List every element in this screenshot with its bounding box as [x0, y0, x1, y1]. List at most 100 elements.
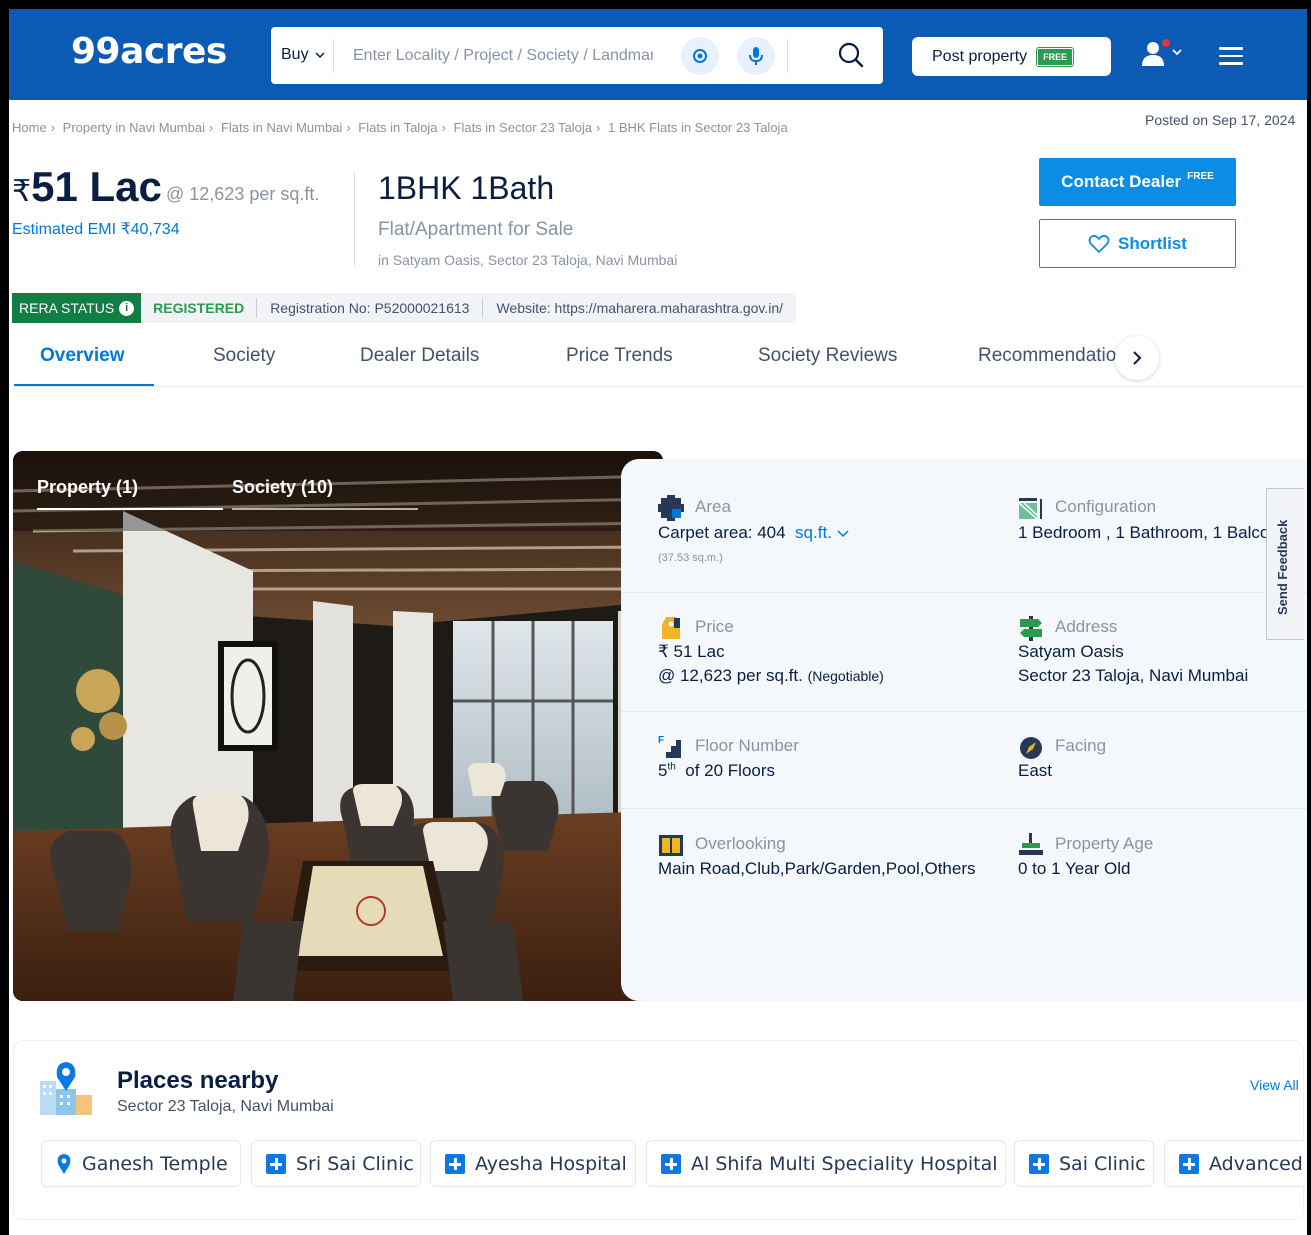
price-value: 51 Lac [31, 163, 162, 210]
price-detail-value: ₹ 51 Lac [658, 642, 725, 661]
tab-dealer-details[interactable]: Dealer Details [360, 345, 479, 367]
breadcrumb-item[interactable]: Flats in Taloja [358, 120, 437, 135]
send-feedback-tab[interactable]: Send Feedback [1266, 488, 1304, 640]
address-label: Address [1055, 617, 1118, 636]
negotiable-label: (Negotiable) [807, 668, 884, 684]
floor-value: 5th of 20 Floors [658, 761, 775, 781]
gallery-tab-society[interactable]: Society (10) [232, 477, 333, 498]
floor-icon: F [658, 735, 681, 758]
divider [621, 711, 1307, 712]
buy-label: Buy [281, 46, 309, 63]
place-chip[interactable]: Sai Clinic [1014, 1140, 1154, 1187]
send-feedback-label: Send Feedback [1275, 519, 1290, 615]
divider [787, 39, 788, 73]
configuration-label: Configuration [1055, 497, 1157, 516]
area-value-text: Carpet area: 404 [658, 523, 786, 542]
hamburger-menu-icon[interactable] [1219, 47, 1243, 65]
place-chip[interactable]: Advanced [1164, 1140, 1305, 1187]
free-badge: FREE [1036, 46, 1075, 67]
property-details-panel: Area Carpet area: 404 sq.ft. (37.53 sq.m… [621, 459, 1307, 1001]
shortlist-button[interactable]: Shortlist [1039, 219, 1236, 268]
divider [333, 39, 334, 73]
post-property-button[interactable]: Post property FREE [912, 37, 1111, 76]
posted-date: Posted on Sep 17, 2024 [1145, 112, 1296, 128]
hospital-icon [266, 1153, 286, 1174]
property-age-value: 0 to 1 Year Old [1018, 859, 1131, 878]
price-tag-icon [662, 617, 680, 639]
price-detail-sqft: @ 12,623 per sq.ft. (Negotiable) [658, 666, 884, 686]
property-photo[interactable]: Property (1) Society (10) [13, 451, 663, 1001]
buy-dropdown[interactable]: Buy [281, 46, 325, 64]
gallery-tab-indicator [37, 508, 223, 510]
user-icon [1142, 39, 1182, 66]
rera-registered: REGISTERED [153, 300, 245, 316]
tab-society[interactable]: Society [213, 345, 275, 367]
area-value: Carpet area: 404 sq.ft. [658, 523, 849, 543]
hospital-icon [661, 1153, 681, 1174]
city-pin-icon [40, 1062, 92, 1115]
places-nearby-title: Places nearby [117, 1067, 279, 1094]
breadcrumb-item[interactable]: Home [12, 120, 47, 135]
property-age-label: Property Age [1055, 834, 1154, 853]
hospital-icon [445, 1153, 465, 1174]
place-chip[interactable]: Ganesh Temple [41, 1140, 241, 1187]
area-sqm: (37.53 sq.m.) [658, 552, 723, 564]
rera-status-label: RERA STATUS [19, 300, 115, 316]
detail-configuration: Configuration 1 Bedroom , 1 Bathroom, 1 … [1018, 495, 1268, 545]
emi-link[interactable]: Estimated EMI ₹40,734 [12, 219, 180, 239]
divider [621, 808, 1307, 809]
location-target-icon [693, 49, 707, 63]
price: ₹51 Lac [12, 163, 162, 211]
tab-price-trends[interactable]: Price Trends [566, 345, 673, 367]
place-chip[interactable]: Sri Sai Clinic [251, 1140, 421, 1187]
property-age-icon [1019, 833, 1043, 855]
overlooking-icon [659, 835, 683, 856]
property-photo-image [13, 451, 663, 1001]
heart-icon [1088, 234, 1110, 253]
facing-value: East [1018, 761, 1053, 780]
place-chip[interactable]: Al Shifa Multi Speciality Hospital [646, 1140, 1006, 1187]
search-input[interactable] [353, 43, 653, 69]
place-chip-label: Sai Clinic [1059, 1152, 1146, 1175]
view-all-link[interactable]: View All [1250, 1077, 1299, 1093]
gallery-tab-property[interactable]: Property (1) [37, 477, 138, 498]
locate-me-button[interactable] [681, 37, 719, 75]
post-property-label: Post property [932, 47, 1028, 65]
shortlist-label: Shortlist [1118, 233, 1187, 253]
place-chip[interactable]: Ayesha Hospital [430, 1140, 636, 1187]
places-nearby-card: Places nearby Sector 23 Taloja, Navi Mum… [13, 1040, 1305, 1220]
microphone-icon [749, 47, 763, 65]
floor-label: Floor Number [695, 736, 799, 755]
breadcrumb-item[interactable]: Flats in Sector 23 Taloja [454, 120, 593, 135]
section-tabs: Overview Society Dealer Details Price Tr… [14, 335, 1154, 387]
divider [621, 592, 1307, 593]
breadcrumb-item[interactable]: 1 BHK Flats in Sector 23 Taloja [608, 120, 788, 135]
breadcrumb-item[interactable]: Flats in Navi Mumbai [221, 120, 342, 135]
breadcrumb: Home › Property in Navi Mumbai › Flats in … [12, 120, 788, 135]
divider [354, 172, 355, 266]
tab-recommendations[interactable]: Recommendations [978, 345, 1118, 367]
voice-search-button[interactable] [737, 37, 775, 75]
hospital-icon [1029, 1153, 1049, 1174]
overlooking-label: Overlooking [695, 834, 786, 853]
user-menu[interactable] [1141, 39, 1189, 74]
area-unit-dropdown[interactable]: sq.ft. [795, 523, 849, 542]
tab-overview[interactable]: Overview [40, 345, 125, 367]
property-title: 1BHK 1Bath [378, 170, 555, 206]
signpost-icon [1020, 616, 1042, 641]
contact-dealer-button[interactable]: Contact Dealer FREE [1039, 158, 1236, 206]
property-location: in Satyam Oasis, Sector 23 Taloja, Navi … [378, 252, 678, 268]
rera-bar: RERA STATUS i REGISTERED Registration No… [12, 293, 797, 323]
search-icon[interactable] [837, 41, 865, 69]
compass-icon [1020, 737, 1042, 759]
tab-society-reviews[interactable]: Society Reviews [758, 345, 897, 367]
configuration-value: 1 Bedroom , 1 Bathroom, 1 Balcony [1018, 523, 1268, 542]
tabs-next-button[interactable] [1115, 336, 1159, 380]
info-icon[interactable]: i [119, 300, 135, 316]
logo[interactable]: 99acres [71, 31, 227, 72]
breadcrumb-item[interactable]: Property in Navi Mumbai [63, 120, 205, 135]
place-chip-label: Ganesh Temple [82, 1152, 228, 1175]
chevron-down-icon [837, 530, 849, 538]
rera-website[interactable]: Website: https://maharera.maharashtra.go… [483, 300, 796, 316]
divider [14, 386, 1304, 387]
